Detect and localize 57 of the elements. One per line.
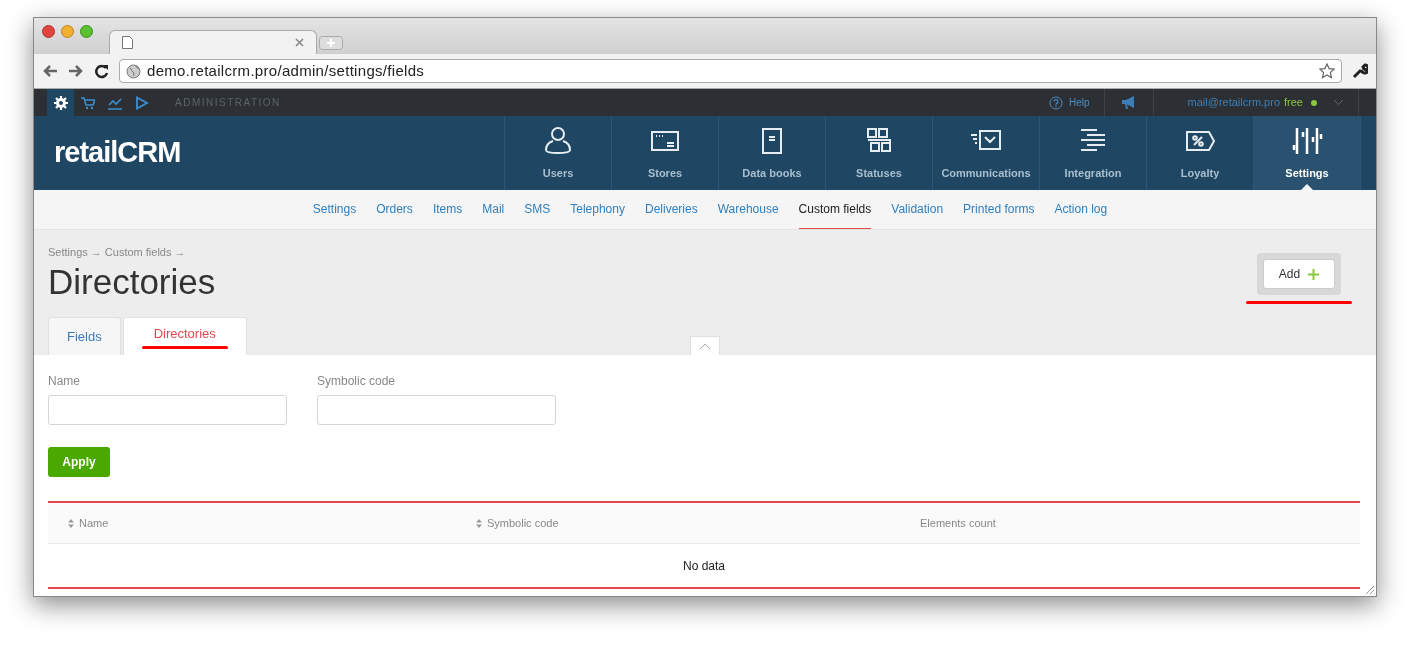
- subnav-link[interactable]: Deliveries: [644, 190, 698, 229]
- tab[interactable]: Directories: [122, 317, 247, 355]
- nav-item[interactable]: Settings: [1254, 116, 1361, 190]
- empty-message: No data: [683, 557, 725, 575]
- user-icon: [542, 124, 574, 157]
- column-header[interactable]: Symbolic code: [487, 514, 559, 532]
- reload-icon[interactable]: [94, 63, 109, 79]
- sort-icon[interactable]: [476, 518, 482, 528]
- star-icon[interactable]: [1319, 63, 1335, 79]
- field-label: Symbolic code: [317, 373, 397, 390]
- sort-icon[interactable]: [68, 518, 74, 528]
- field-label: Name: [48, 373, 81, 390]
- subnav-link[interactable]: Custom fields: [798, 190, 872, 229]
- close-icon[interactable]: [295, 38, 304, 47]
- subnav-link[interactable]: Mail: [482, 190, 505, 229]
- help-icon: [1049, 95, 1063, 110]
- column-header[interactable]: Elements count: [920, 514, 996, 532]
- zoom-window-icon[interactable]: [80, 25, 93, 38]
- close-window-icon[interactable]: [42, 25, 55, 38]
- subnav-link[interactable]: Action log: [1054, 190, 1108, 229]
- url-text: demo.retailcrm.pro/admin/settings/fields: [147, 60, 425, 81]
- subnav-link[interactable]: Warehouse: [717, 190, 779, 229]
- input-field[interactable]: [48, 395, 287, 425]
- apply-button[interactable]: Apply: [48, 447, 110, 477]
- chevron-down-icon: [1333, 99, 1344, 106]
- chart-icon[interactable]: [107, 95, 122, 110]
- subnav-link[interactable]: Telephony: [570, 190, 625, 229]
- globe-icon: [126, 63, 141, 79]
- subnav-link[interactable]: SMS: [524, 190, 551, 229]
- chevron-icon: [699, 342, 711, 350]
- tab[interactable]: Fields: [48, 317, 121, 355]
- subnav-link[interactable]: Orders: [376, 190, 413, 229]
- add-button[interactable]: Add: [1263, 259, 1335, 289]
- play-icon[interactable]: [134, 95, 149, 110]
- megaphone-icon[interactable]: [1120, 96, 1137, 109]
- subnav-link[interactable]: Items: [432, 190, 463, 229]
- column-header[interactable]: Name: [79, 514, 109, 532]
- page-icon: [122, 36, 133, 49]
- plus-icon: [1308, 268, 1320, 280]
- resize-grip-icon[interactable]: [1365, 585, 1375, 595]
- collapse-toggle[interactable]: [690, 336, 720, 355]
- subnav-link[interactable]: Validation: [891, 190, 944, 229]
- subnav-link[interactable]: Settings: [312, 190, 357, 229]
- new-tab-icon[interactable]: [319, 36, 343, 50]
- subnav-link[interactable]: Printed forms: [963, 190, 1035, 229]
- cart-icon[interactable]: [80, 95, 95, 110]
- back-icon[interactable]: [42, 64, 58, 78]
- logo[interactable]: retailCRM: [54, 131, 181, 175]
- minimize-window-icon[interactable]: [61, 25, 74, 38]
- breadcrumb: Settings → Custom fields →: [48, 245, 187, 260]
- input-field[interactable]: [317, 395, 556, 425]
- address-bar[interactable]: demo.retailcrm.pro/admin/settings/fields: [119, 59, 1342, 83]
- page-title: Directories: [48, 261, 216, 302]
- browser-tab[interactable]: [109, 30, 317, 54]
- gear-icon[interactable]: [53, 95, 68, 110]
- forward-icon[interactable]: [68, 64, 84, 78]
- wrench-icon[interactable]: [1352, 63, 1368, 79]
